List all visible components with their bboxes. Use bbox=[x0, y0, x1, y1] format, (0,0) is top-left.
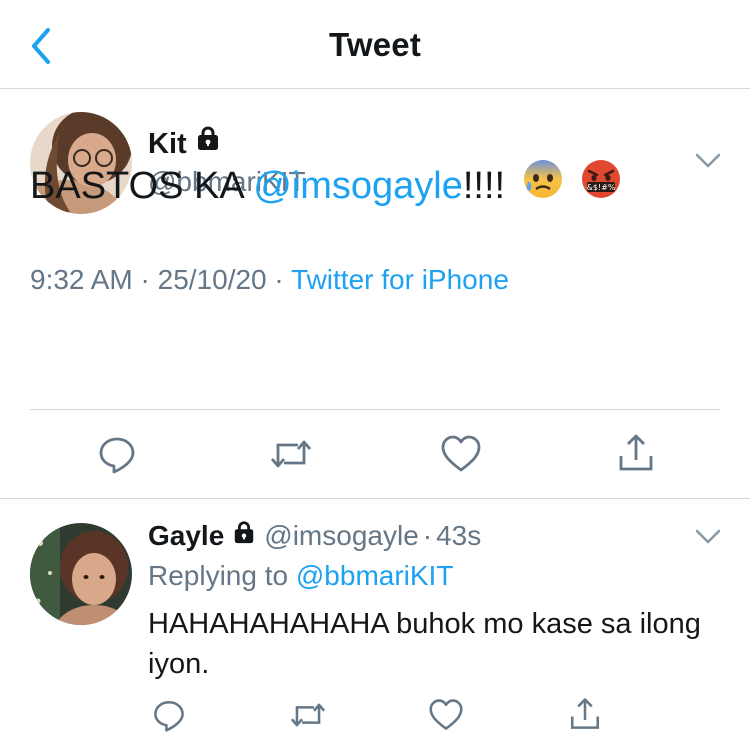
reply-icon[interactable] bbox=[97, 434, 137, 479]
reply-header: Gayle @imsogayle · 43s bbox=[148, 520, 481, 554]
reply-age: 43s bbox=[436, 520, 482, 551]
reply-author-name[interactable]: Gayle bbox=[148, 520, 224, 551]
lock-icon bbox=[195, 125, 221, 159]
section-divider bbox=[0, 498, 750, 499]
reply-avatar[interactable] bbox=[30, 523, 132, 625]
tweet-text-suffix: !!!! bbox=[462, 165, 506, 208]
reply-share-icon[interactable] bbox=[568, 696, 602, 737]
replying-to: Replying to @bbmariKIT bbox=[148, 560, 453, 592]
share-icon[interactable] bbox=[616, 432, 656, 479]
reply-chevron-down-icon[interactable] bbox=[694, 528, 722, 551]
reply-reply-icon[interactable] bbox=[152, 698, 186, 737]
replying-to-link[interactable]: @bbmariKIT bbox=[296, 560, 454, 591]
replying-label: Replying to bbox=[148, 560, 296, 591]
mention-link[interactable]: @imsogayle bbox=[253, 165, 463, 207]
author-name-row: Kit bbox=[148, 125, 221, 162]
retweet-icon[interactable] bbox=[268, 434, 314, 479]
emoji-symbols: &$!#% bbox=[587, 183, 616, 192]
top-bar: Tweet bbox=[0, 0, 750, 89]
page-title: Tweet bbox=[328, 26, 422, 63]
anxious-face-emoji bbox=[522, 158, 564, 210]
reply-retweet-icon[interactable] bbox=[288, 698, 328, 737]
tweet-time: 9:32 AM bbox=[30, 264, 133, 295]
reply-like-icon[interactable] bbox=[428, 698, 464, 737]
divider bbox=[30, 409, 720, 410]
tweet-source-link[interactable]: Twitter for iPhone bbox=[291, 264, 509, 295]
tweet-date: 25/10/20 bbox=[157, 264, 267, 295]
chevron-down-icon[interactable] bbox=[694, 152, 722, 175]
symbols-face-emoji: &$!#% bbox=[580, 158, 622, 210]
reply-separator: · bbox=[422, 520, 433, 551]
meta-separator: · bbox=[266, 264, 292, 295]
reply-author-handle[interactable]: @imsogayle bbox=[264, 520, 418, 551]
reply-text: HAHAHAHAHAHA buhok mo kase sa ilong iyon… bbox=[148, 608, 701, 680]
lock-icon bbox=[232, 519, 256, 551]
tweet-text-body: BASTOS KA bbox=[30, 165, 254, 208]
author-name[interactable]: Kit bbox=[148, 128, 187, 160]
tweet-text: BASTOS KA @imsogayle!!!! &$!#% bbox=[30, 160, 622, 214]
meta-separator: · bbox=[132, 264, 158, 295]
like-icon[interactable] bbox=[440, 434, 482, 479]
tweet-meta: 9:32 AM · 25/10/20 · Twitter for iPhone bbox=[30, 264, 509, 296]
